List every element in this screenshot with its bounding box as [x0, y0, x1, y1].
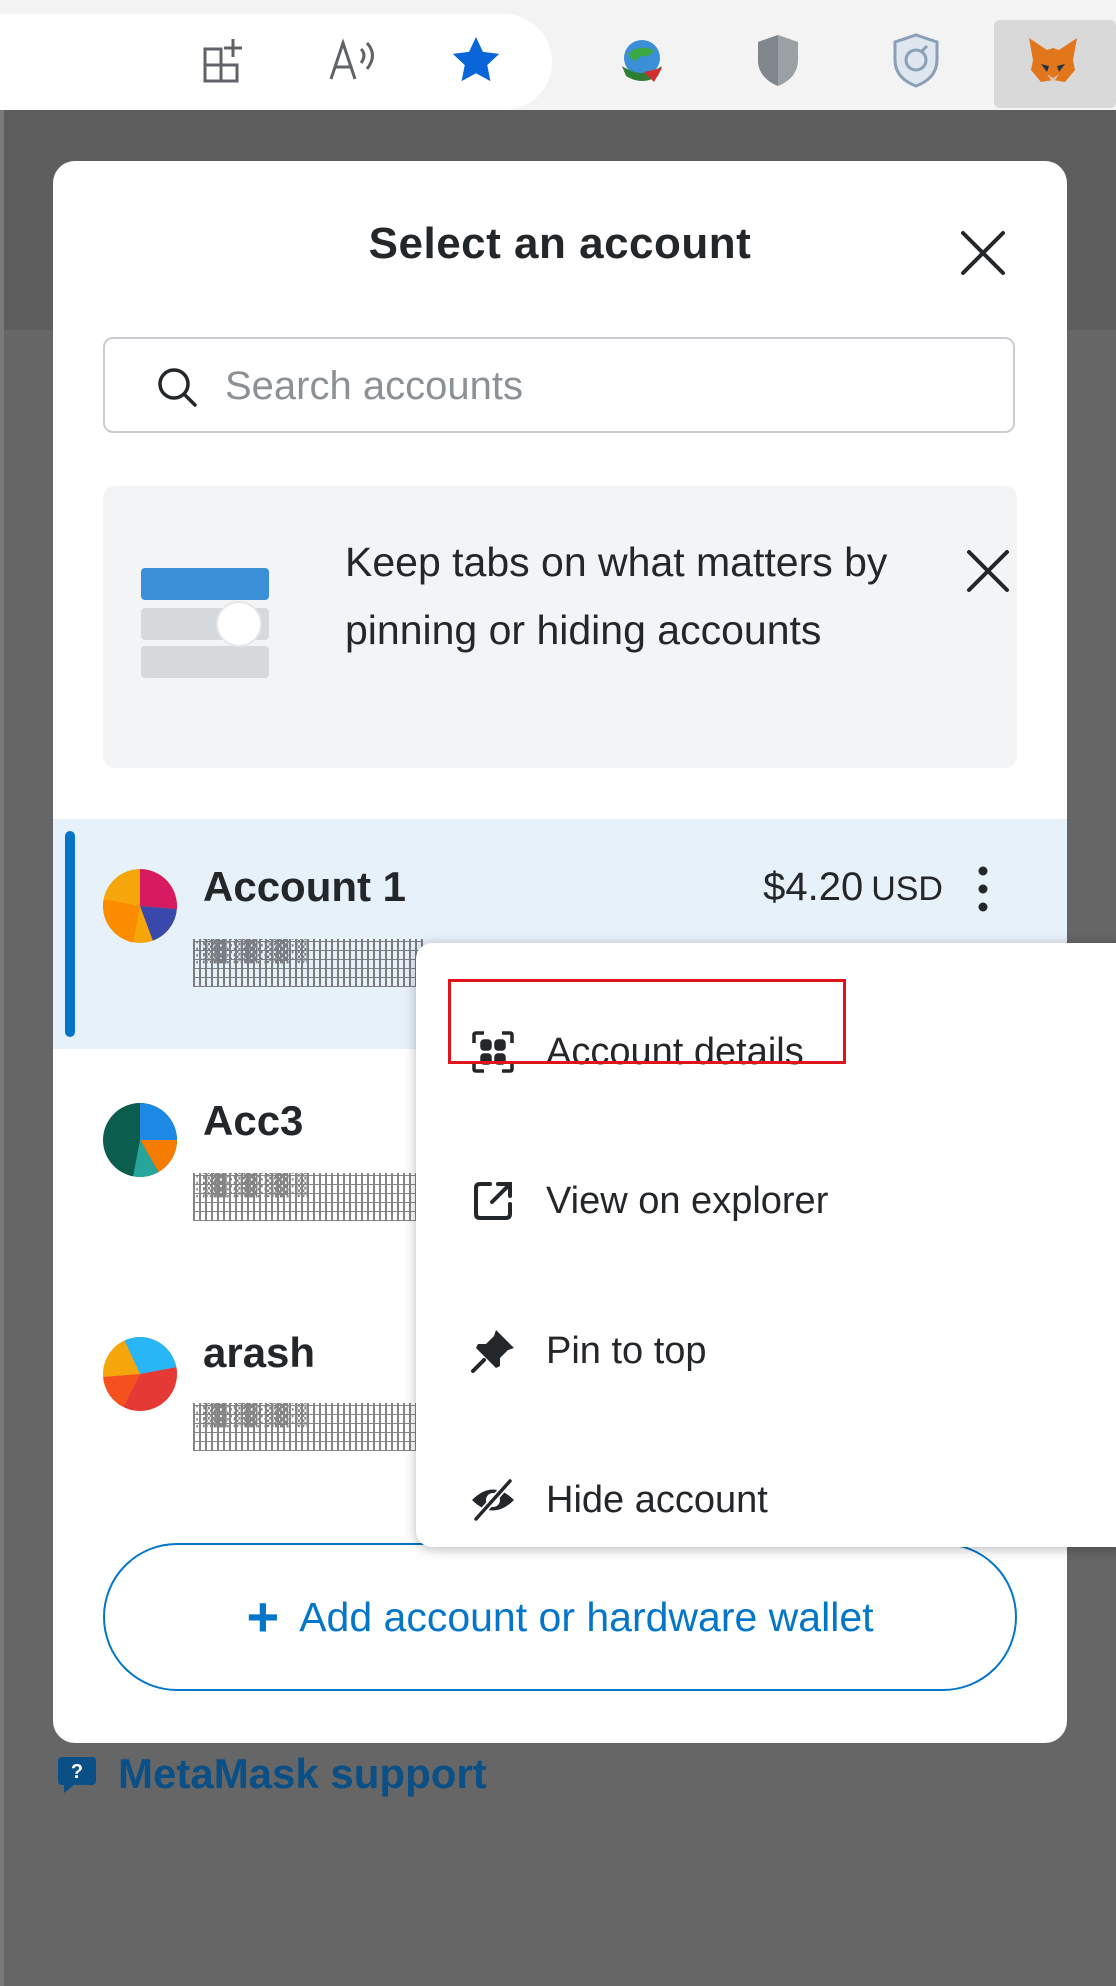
menu-label: Hide account — [546, 1478, 768, 1521]
menu-item-hide-account[interactable]: Hide account — [456, 1455, 1096, 1545]
plus-icon: + — [246, 1585, 280, 1648]
selected-indicator — [65, 831, 75, 1037]
metamask-fox-icon[interactable] — [1025, 32, 1081, 88]
account-address: ░▒▓░▒▓░▒▓░▒ — [193, 939, 423, 987]
account-address: ░▒▓░▒▓░▒▓░▒ — [193, 1173, 423, 1221]
account-name: Account 1 — [203, 863, 407, 910]
menu-label: Account details — [546, 1030, 804, 1073]
avatar — [103, 869, 177, 943]
support-label: MetaMask support — [118, 1750, 487, 1797]
favorite-star-icon[interactable] — [448, 32, 504, 88]
account-options-menu: Account details View on explorer Pin to … — [416, 943, 1116, 1547]
account-address: ░▒▓░▒▓░▒▓░▒ — [193, 1403, 423, 1451]
menu-label: View on explorer — [546, 1179, 829, 1222]
banner-close-icon[interactable] — [963, 546, 1013, 596]
menu-item-view-on-explorer[interactable]: View on explorer — [456, 1156, 1096, 1246]
menu-label: Pin to top — [546, 1329, 707, 1372]
account-balance: $4.20 USD — [763, 865, 943, 910]
menu-item-account-details[interactable]: Account details — [456, 1007, 1096, 1097]
export-link-icon — [470, 1178, 516, 1224]
account-options-icon[interactable] — [963, 859, 1003, 919]
svg-text:?: ? — [71, 1761, 83, 1783]
privacy-extension-icon[interactable] — [888, 32, 944, 88]
shield-extension-icon[interactable] — [750, 32, 806, 88]
account-name: Acc3 — [203, 1097, 304, 1144]
account-name: arash — [203, 1329, 316, 1376]
search-input[interactable] — [223, 339, 987, 433]
add-to-collections-icon[interactable] — [196, 32, 252, 88]
add-account-label: Add account or hardware wallet — [299, 1593, 874, 1640]
globe-extension-icon[interactable] — [614, 32, 670, 88]
search-box[interactable] — [103, 337, 1015, 433]
menu-item-pin-to-top[interactable]: Pin to top — [456, 1306, 1096, 1396]
modal-title: Select an account — [368, 219, 752, 268]
read-aloud-icon[interactable] — [326, 32, 382, 88]
scan-barcode-icon — [470, 1029, 516, 1075]
avatar — [103, 1103, 177, 1177]
support-chat-icon: ? — [58, 1757, 96, 1793]
close-icon[interactable] — [953, 223, 1013, 283]
avatar — [103, 1337, 177, 1411]
eye-slash-icon — [470, 1477, 516, 1523]
background-page-edge — [0, 110, 4, 1986]
browser-toolbar — [0, 0, 1116, 111]
metamask-support-link[interactable]: ? MetaMask support — [56, 1750, 487, 1798]
balance-currency: USD — [871, 870, 943, 908]
pin-hide-tip-banner: Keep tabs on what matters by pinning or … — [103, 486, 1017, 768]
toggle-illustration-icon — [141, 568, 271, 678]
banner-text: Keep tabs on what matters by pinning or … — [345, 539, 888, 653]
pin-icon — [470, 1328, 516, 1374]
search-icon — [155, 365, 199, 409]
balance-amount: $4.20 — [763, 865, 864, 909]
add-account-button[interactable]: + Add account or hardware wallet — [103, 1543, 1017, 1691]
